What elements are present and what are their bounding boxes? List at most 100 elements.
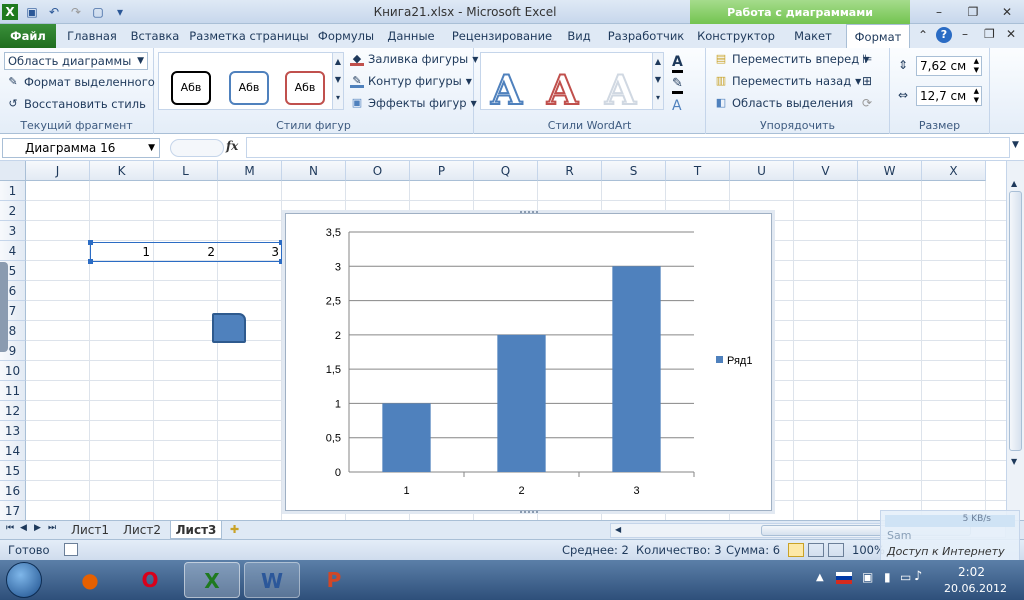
sheet-left-tab-handle[interactable] — [0, 262, 8, 352]
chevron-down-icon[interactable]: ▼ — [148, 139, 155, 157]
select-all-corner[interactable] — [0, 161, 26, 181]
rotate-icon[interactable]: ⟳ — [862, 96, 872, 110]
close-workbook-icon[interactable]: ✕ — [1006, 27, 1016, 41]
text-outline-icon[interactable]: ✎ — [672, 76, 683, 94]
row-header[interactable]: 12 — [0, 401, 26, 421]
column-header[interactable]: K — [90, 161, 154, 181]
normal-view-icon[interactable] — [788, 543, 804, 557]
cell-l4[interactable]: 2 — [155, 245, 215, 259]
language-flag-icon[interactable] — [836, 572, 852, 584]
wordart-gallery-scroll[interactable]: ▲ ▼ ▾ — [652, 52, 664, 110]
macro-record-icon[interactable] — [64, 543, 78, 556]
sheet-tab-2[interactable]: Лист2 — [118, 521, 166, 539]
tab-data[interactable]: Данные — [382, 24, 440, 48]
wordart-style-gray[interactable]: A — [604, 66, 637, 115]
column-header[interactable]: L — [154, 161, 218, 181]
minimize-icon[interactable]: – — [926, 2, 952, 22]
shape-style-black[interactable]: Абв — [171, 71, 211, 105]
column-header[interactable]: X — [922, 161, 986, 181]
tray-monitor-icon[interactable]: ▭ — [900, 570, 911, 584]
align-icon[interactable]: ⊫ — [862, 52, 872, 66]
row-header[interactable]: 11 — [0, 381, 26, 401]
spinner-icon[interactable]: ▲ ▼ — [974, 87, 979, 105]
bring-forward-button[interactable]: ▤ Переместить вперед ▼ — [714, 52, 870, 66]
column-header[interactable]: U — [730, 161, 794, 181]
rounded-shape[interactable] — [212, 313, 246, 343]
tray-device-icon[interactable]: ▣ — [862, 570, 873, 584]
column-header[interactable]: Q — [474, 161, 538, 181]
row-header[interactable]: 1 — [0, 181, 26, 201]
cell-k4[interactable]: 1 — [90, 245, 150, 259]
reset-style-button[interactable]: ↺ Восстановить стиль — [6, 97, 146, 111]
firefox-icon[interactable]: ● — [62, 562, 118, 598]
shape-style-red[interactable]: Абв — [285, 71, 325, 105]
group-objects-icon[interactable]: ⊞ — [862, 74, 872, 88]
opera-icon[interactable]: O — [122, 562, 178, 598]
width-field[interactable]: 12,7 см ▲ ▼ — [916, 86, 982, 106]
sheet-tab-1[interactable]: Лист1 — [66, 521, 114, 539]
page-break-view-icon[interactable] — [828, 543, 844, 557]
customize-toolbar-icon[interactable]: ▾ — [112, 4, 128, 20]
tab-home[interactable]: Главная — [62, 24, 122, 48]
help-icon[interactable]: ? — [936, 27, 952, 43]
shape-fill-button[interactable]: ◆ Заливка фигуры ▼ — [350, 52, 478, 66]
send-backward-button[interactable]: ▥ Переместить назад ▼ — [714, 74, 862, 88]
wordart-style-blue[interactable]: A — [490, 66, 523, 115]
expand-formula-icon[interactable]: ▼ — [1012, 140, 1019, 150]
wordart-style-red[interactable]: A — [546, 66, 579, 115]
row-header[interactable]: 15 — [0, 461, 26, 481]
sheet-nav-next-icon[interactable]: ▶ — [34, 523, 41, 533]
vertical-scrollbar[interactable]: ▲ ▼ — [1006, 161, 1024, 520]
column-header[interactable]: R — [538, 161, 602, 181]
chart-resize-handle-bottom[interactable] — [520, 509, 538, 513]
tab-design[interactable]: Конструктор — [694, 24, 778, 48]
tab-formulas[interactable]: Формулы — [314, 24, 378, 48]
row-header[interactable]: 17 — [0, 501, 26, 520]
column-header[interactable]: V — [794, 161, 858, 181]
shape-outline-button[interactable]: ✎ Контур фигуры ▼ — [350, 74, 472, 88]
minimize-workbook-icon[interactable]: – — [962, 27, 968, 41]
shape-effects-button[interactable]: ▣ Эффекты фигур ▼ — [350, 96, 477, 110]
scroll-down-icon[interactable]: ▼ — [1011, 457, 1017, 466]
volume-icon[interactable]: ♪ — [914, 569, 922, 584]
selection-pane-button[interactable]: ◧ Область выделения — [714, 96, 853, 110]
powerpoint-taskbar-icon[interactable]: P — [306, 562, 362, 598]
sheet-nav-first-icon[interactable]: ⏮ — [6, 523, 14, 533]
column-header[interactable]: O — [346, 161, 410, 181]
tab-page-layout[interactable]: Разметка страницы — [188, 24, 310, 48]
tab-layout[interactable]: Макет — [784, 24, 842, 48]
format-selection-button[interactable]: ✎ Формат выделенного — [6, 75, 154, 89]
row-header[interactable]: 13 — [0, 421, 26, 441]
range-handle[interactable] — [88, 259, 93, 264]
column-header[interactable]: N — [282, 161, 346, 181]
row-header[interactable]: 4 — [0, 241, 26, 261]
restore-icon[interactable]: ❐ — [960, 2, 986, 22]
tray-expand-icon[interactable]: ▲ — [816, 572, 824, 583]
row-header[interactable]: 3 — [0, 221, 26, 241]
sheet-nav-prev-icon[interactable]: ◀ — [20, 523, 27, 533]
range-handle[interactable] — [279, 240, 284, 245]
chart-resize-handle-top[interactable] — [520, 211, 538, 215]
network-signal-icon[interactable]: ▮ — [884, 570, 891, 584]
redo-icon[interactable]: ↷ — [68, 4, 84, 20]
height-field[interactable]: 7,62 см ▲ ▼ — [916, 56, 982, 76]
spinner-icon[interactable]: ▲ ▼ — [974, 57, 979, 75]
column-header[interactable]: T — [666, 161, 730, 181]
new-document-icon[interactable]: ▢ — [90, 4, 106, 20]
column-header[interactable]: W — [858, 161, 922, 181]
start-button[interactable] — [6, 562, 42, 598]
row-header[interactable]: 14 — [0, 441, 26, 461]
formula-input[interactable] — [246, 137, 1010, 158]
restore-workbook-icon[interactable]: ❐ — [984, 27, 995, 41]
clock-date[interactable]: 20.06.2012 — [944, 582, 1007, 595]
tab-review[interactable]: Рецензирование — [446, 24, 558, 48]
undo-icon[interactable]: ↶ — [46, 4, 62, 20]
save-icon[interactable]: ▣ — [24, 4, 40, 20]
row-header[interactable]: 2 — [0, 201, 26, 221]
chart-object[interactable]: 0 0,5 1 1,5 2 2,5 3 3,5 1 2 3 Ряд1 — [285, 211, 772, 513]
chart-element-dropdown[interactable]: Область диаграммы ▼ — [4, 52, 148, 70]
tab-view[interactable]: Вид — [560, 24, 598, 48]
scroll-left-icon[interactable]: ◀ — [615, 525, 621, 534]
page-layout-view-icon[interactable] — [808, 543, 824, 557]
text-fill-icon[interactable]: A — [672, 54, 683, 73]
